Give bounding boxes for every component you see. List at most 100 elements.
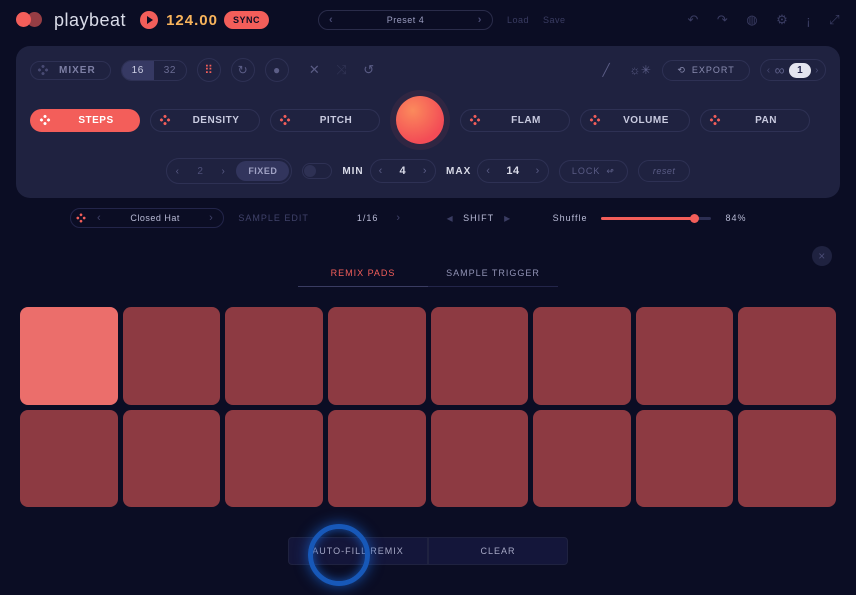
step-count-toggle[interactable]: 16 32 [121,60,187,81]
play-button[interactable] [140,11,158,29]
loop-counter[interactable]: ‹ ∞ 1 › [760,59,826,81]
pad-1[interactable] [20,307,118,405]
tab-density[interactable]: DENSITY [150,109,260,132]
shift-right-icon[interactable]: ▸ [504,211,511,225]
globe-icon[interactable]: ◍ [746,12,758,28]
fixed-button[interactable]: FIXED [236,161,289,181]
pad-5[interactable] [431,307,529,405]
dice-icon [589,114,600,125]
gear-icon[interactable]: ⚙ [776,12,788,28]
pattern-icon[interactable]: ⠿ [197,58,221,82]
pad-2[interactable] [123,307,221,405]
shuffle-icon[interactable]: ✕ [309,62,320,78]
tab-remix-pads[interactable]: REMIX PADS [298,260,428,287]
pad-9[interactable] [20,410,118,508]
header-icons: ↶ ↷ ◍ ⚙ ¡ ⤢ [687,12,840,28]
toggle-switch[interactable] [302,163,332,179]
pad-15[interactable] [636,410,734,508]
link-icon[interactable]: ╱ [594,58,618,82]
bpm-display[interactable]: 124.00 [166,12,218,29]
close-icon[interactable]: × [812,246,832,266]
sample-selector[interactable]: ‹ Closed Hat › [70,208,224,228]
sample-name: Closed Hat [113,213,197,223]
shuffle-percent: 84% [725,213,746,223]
fixed-stepper[interactable]: ‹ 2 › FIXED [166,158,293,184]
stepper-prev-icon[interactable]: ‹ [167,161,189,182]
loop-next-icon[interactable]: › [815,65,819,76]
preset-selector[interactable]: ‹ Preset 4 › [318,10,493,30]
pad-11[interactable] [225,410,323,508]
loop-prev-icon[interactable]: ‹ [767,65,771,76]
sample-next-icon[interactable]: › [205,212,217,224]
reset-button[interactable]: reset [638,160,691,182]
sample-edit-button[interactable]: SAMPLE EDIT [238,213,309,223]
max-prev-icon[interactable]: ‹ [478,160,498,182]
mixer-label: MIXER [53,65,102,76]
tab-sample-trigger[interactable]: SAMPLE TRIGGER [428,260,558,287]
max-next-icon[interactable]: › [528,160,548,182]
info-icon[interactable]: ¡ [806,13,811,28]
tab-volume-label: VOLUME [609,115,683,126]
pad-7[interactable] [636,307,734,405]
app-name: playbeat [54,10,126,31]
max-control: MAX ‹ 14 › [446,159,549,183]
record-icon[interactable]: ● [265,58,289,82]
loop-count: 1 [789,63,811,78]
sun-icon[interactable]: ☼✳ [628,58,652,82]
min-next-icon[interactable]: › [415,160,435,182]
grid-value[interactable]: 1/16 [357,213,379,223]
step-16[interactable]: 16 [122,61,154,80]
pad-3[interactable] [225,307,323,405]
tab-pan[interactable]: PAN [700,109,810,132]
pad-10[interactable] [123,410,221,508]
pad-13[interactable] [431,410,529,508]
cross-icon[interactable]: ⤨ [336,62,347,78]
min-stepper[interactable]: ‹ 4 › [370,159,436,183]
load-button[interactable]: Load [507,15,529,25]
shift-left-icon[interactable]: ◂ [447,211,454,225]
preset-prev-icon[interactable]: ‹ [329,14,333,26]
tab-volume[interactable]: VOLUME [580,109,690,132]
center-icons: ✕ ⤨ ↺ [309,62,375,78]
sync-button[interactable]: SYNC [224,11,269,29]
shuffle-knob[interactable] [690,214,699,223]
tab-flam[interactable]: FLAM [460,109,570,132]
export-icon: ⟲ [677,65,686,76]
max-value: 14 [498,160,527,182]
clear-button[interactable]: CLEAR [428,537,568,565]
preset-next-icon[interactable]: › [478,14,482,26]
tab-pitch[interactable]: PITCH [270,109,380,132]
min-value: 4 [391,160,415,182]
stepper-value: 2 [188,161,212,182]
pad-16[interactable] [738,410,836,508]
pad-12[interactable] [328,410,426,508]
pad-6[interactable] [533,307,631,405]
save-button[interactable]: Save [543,15,566,25]
pad-14[interactable] [533,410,631,508]
sample-prev-icon[interactable]: ‹ [93,212,105,224]
presets-icon [37,64,48,75]
undo-icon[interactable]: ↶ [687,12,698,28]
max-stepper[interactable]: ‹ 14 › [477,159,549,183]
logo: playbeat [16,10,126,31]
min-prev-icon[interactable]: ‹ [371,160,391,182]
step-32[interactable]: 32 [154,61,186,80]
shuffle-slider[interactable] [601,217,711,220]
refresh-icon[interactable]: ↻ [231,58,255,82]
stepper-next-icon[interactable]: › [212,161,234,182]
export-label: EXPORT [692,65,735,75]
lock-button[interactable]: LOCK ↫ [559,160,628,183]
pad-8[interactable] [738,307,836,405]
pad-4[interactable] [328,307,426,405]
tab-steps[interactable]: STEPS [30,109,140,132]
randomize-dial[interactable] [396,96,444,144]
expand-icon[interactable]: ⤢ [829,12,840,28]
mixer-button[interactable]: MIXER [30,61,111,80]
infinity-icon: ∞ [775,62,785,78]
export-button[interactable]: ⟲ EXPORT [662,60,749,81]
lock-icon: ↫ [606,166,615,177]
redo-icon[interactable]: ↷ [717,12,728,28]
highlight-ring [308,524,370,586]
cycle-icon[interactable]: ↺ [363,62,374,78]
grid-next-icon[interactable]: › [392,212,404,224]
